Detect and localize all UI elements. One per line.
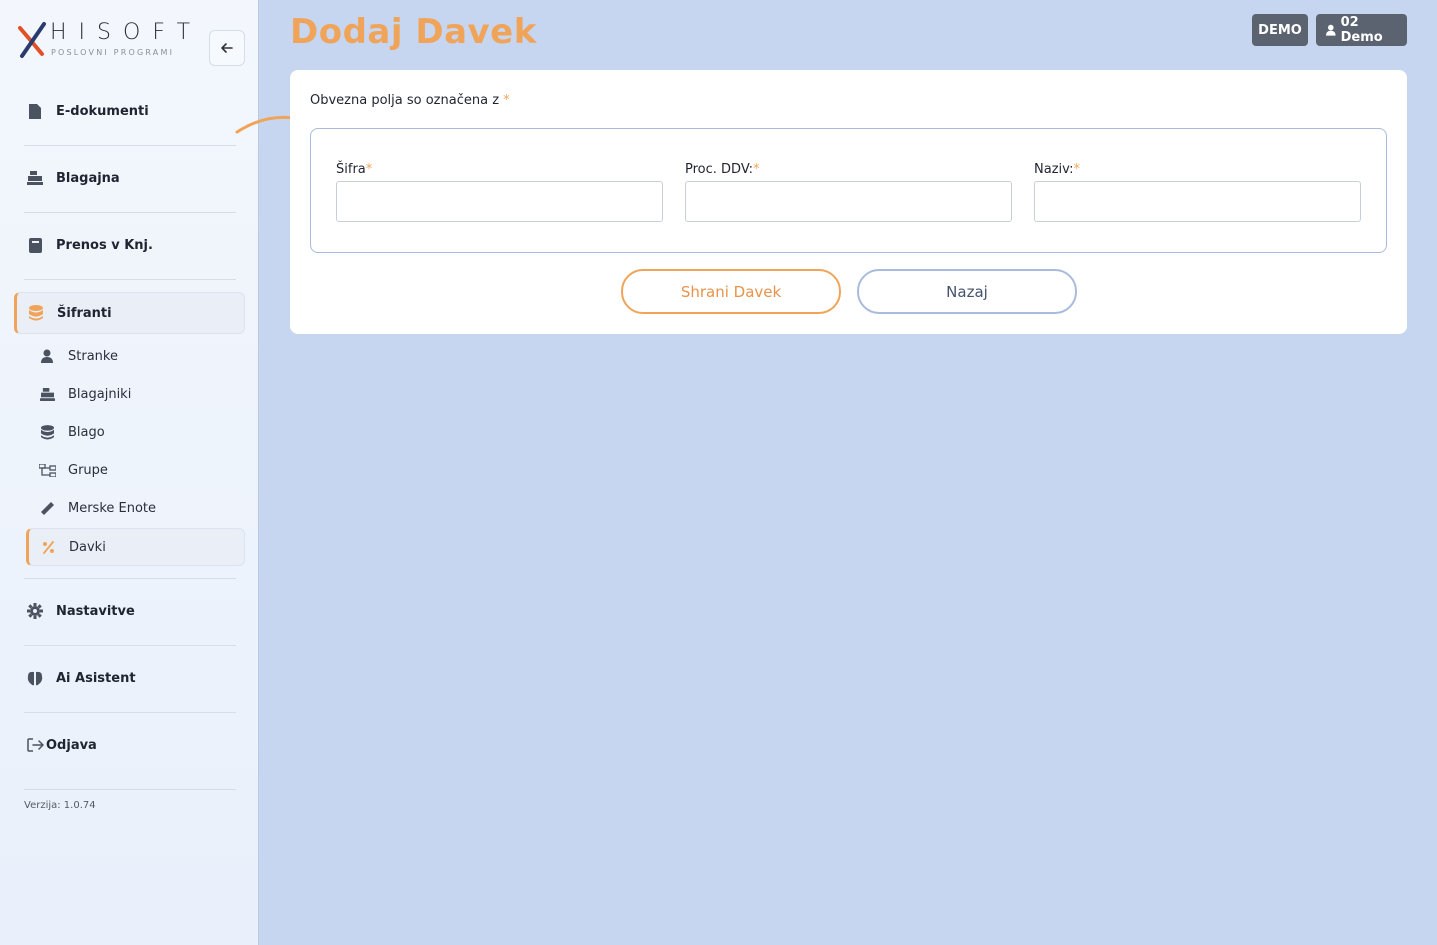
sidebar-item-label: Ai Asistent [56, 670, 136, 686]
save-tax-button[interactable]: Shrani Davek [621, 269, 841, 314]
sidebar-item-prenos[interactable]: Prenos v Knj. [14, 224, 245, 266]
required-star: * [1073, 162, 1081, 177]
sidebar-item-label: Prenos v Knj. [56, 237, 153, 253]
form-fieldset: Šifra* Proc. DDV:* Naziv:* [310, 128, 1387, 253]
sidebar-subitem-label: Stranke [68, 348, 118, 364]
brand-logo[interactable]: HISOFT POSLOVNI PROGRAMI [18, 20, 198, 62]
cash-register-icon [26, 169, 44, 187]
sidebar-item-nastavitve[interactable]: Nastavitve [14, 590, 245, 632]
sidebar-item-odjava[interactable]: Odjava [14, 724, 245, 766]
divider [24, 789, 236, 790]
divider [24, 712, 236, 713]
sidebar-item-label: Šifranti [57, 305, 112, 321]
database-icon [38, 424, 56, 440]
sidebar-item-sifranti[interactable]: Šifranti [14, 292, 245, 334]
sidebar-subitem-blagajniki[interactable]: Blagajniki [26, 375, 245, 413]
field-label-proc-ddv: Proc. DDV:* [685, 162, 760, 177]
divider [24, 279, 236, 280]
sidebar-subitem-label: Blago [68, 424, 105, 440]
ruler-icon [38, 500, 56, 516]
brain-icon [26, 669, 44, 687]
label-text: Šifra [336, 162, 366, 177]
sidebar-subitem-label: Blagajniki [68, 386, 132, 402]
divider [24, 212, 236, 213]
sidebar-subitem-grupe[interactable]: Grupe [26, 451, 245, 489]
sidebar-subitem-merske-enote[interactable]: Merske Enote [26, 489, 245, 527]
arrow-left-icon [221, 43, 233, 53]
user-name: 02 Demo [1340, 15, 1383, 45]
field-label-naziv: Naziv:* [1034, 162, 1080, 177]
collapse-sidebar-button[interactable] [209, 30, 245, 66]
label-text: Proc. DDV: [685, 162, 754, 177]
gear-icon [26, 602, 44, 620]
user-icon [1326, 24, 1336, 36]
user-icon [38, 348, 56, 364]
sitemap-icon [38, 462, 56, 478]
sifra-input[interactable] [336, 181, 663, 222]
sidebar-subitem-label: Merske Enote [68, 500, 157, 516]
sidebar-subitem-blago[interactable]: Blago [26, 413, 245, 451]
proc-ddv-input[interactable] [685, 181, 1012, 222]
field-label-sifra: Šifra* [336, 162, 372, 177]
divider [24, 145, 236, 146]
book-icon [26, 236, 44, 254]
sidebar-subitem-label: Grupe [68, 462, 108, 478]
brand-name: HISOFT [50, 20, 203, 45]
label-text: Naziv: [1034, 162, 1074, 177]
sidebar-item-label: Blagajna [56, 170, 120, 186]
back-button[interactable]: Nazaj [857, 269, 1077, 314]
demo-badge: DEMO [1252, 14, 1308, 46]
form-card: Obvezna polja so označena z * Šifra* Pro… [290, 70, 1407, 334]
user-menu-button[interactable]: 02 Demo [1316, 14, 1407, 46]
sidebar-subitem-davki[interactable]: Davki [26, 528, 245, 566]
required-note: Obvezna polja so označena z * [310, 93, 510, 108]
sidebar-item-blagajna[interactable]: Blagajna [14, 157, 245, 199]
page-title: Dodaj Davek [290, 12, 537, 52]
required-note-text: Obvezna polja so označena z [310, 93, 500, 108]
naziv-input[interactable] [1034, 181, 1361, 222]
sidebar-item-label: Odjava [46, 737, 97, 753]
logo-mark-icon [18, 22, 46, 58]
sidebar-subitem-stranke[interactable]: Stranke [26, 337, 245, 375]
sidebar: HISOFT POSLOVNI PROGRAMI E-dokumenti Bla… [0, 0, 259, 945]
file-icon [26, 102, 44, 120]
logout-icon [26, 736, 44, 754]
database-icon [27, 304, 45, 322]
required-star: * [365, 162, 373, 177]
sidebar-item-ai-asistent[interactable]: Ai Asistent [14, 657, 245, 699]
divider [24, 645, 236, 646]
cash-register-icon [38, 386, 56, 402]
required-star: * [753, 162, 760, 177]
required-star: * [503, 93, 510, 108]
sidebar-subitem-label: Davki [69, 539, 106, 555]
brand-tagline: POSLOVNI PROGRAMI [51, 48, 175, 57]
percent-icon [39, 539, 57, 555]
sidebar-item-e-dokumenti[interactable]: E-dokumenti [14, 90, 245, 132]
version-label: Verzija: 1.0.74 [24, 800, 96, 811]
sidebar-item-label: E-dokumenti [56, 103, 149, 119]
divider [24, 578, 236, 579]
sidebar-item-label: Nastavitve [56, 603, 135, 619]
